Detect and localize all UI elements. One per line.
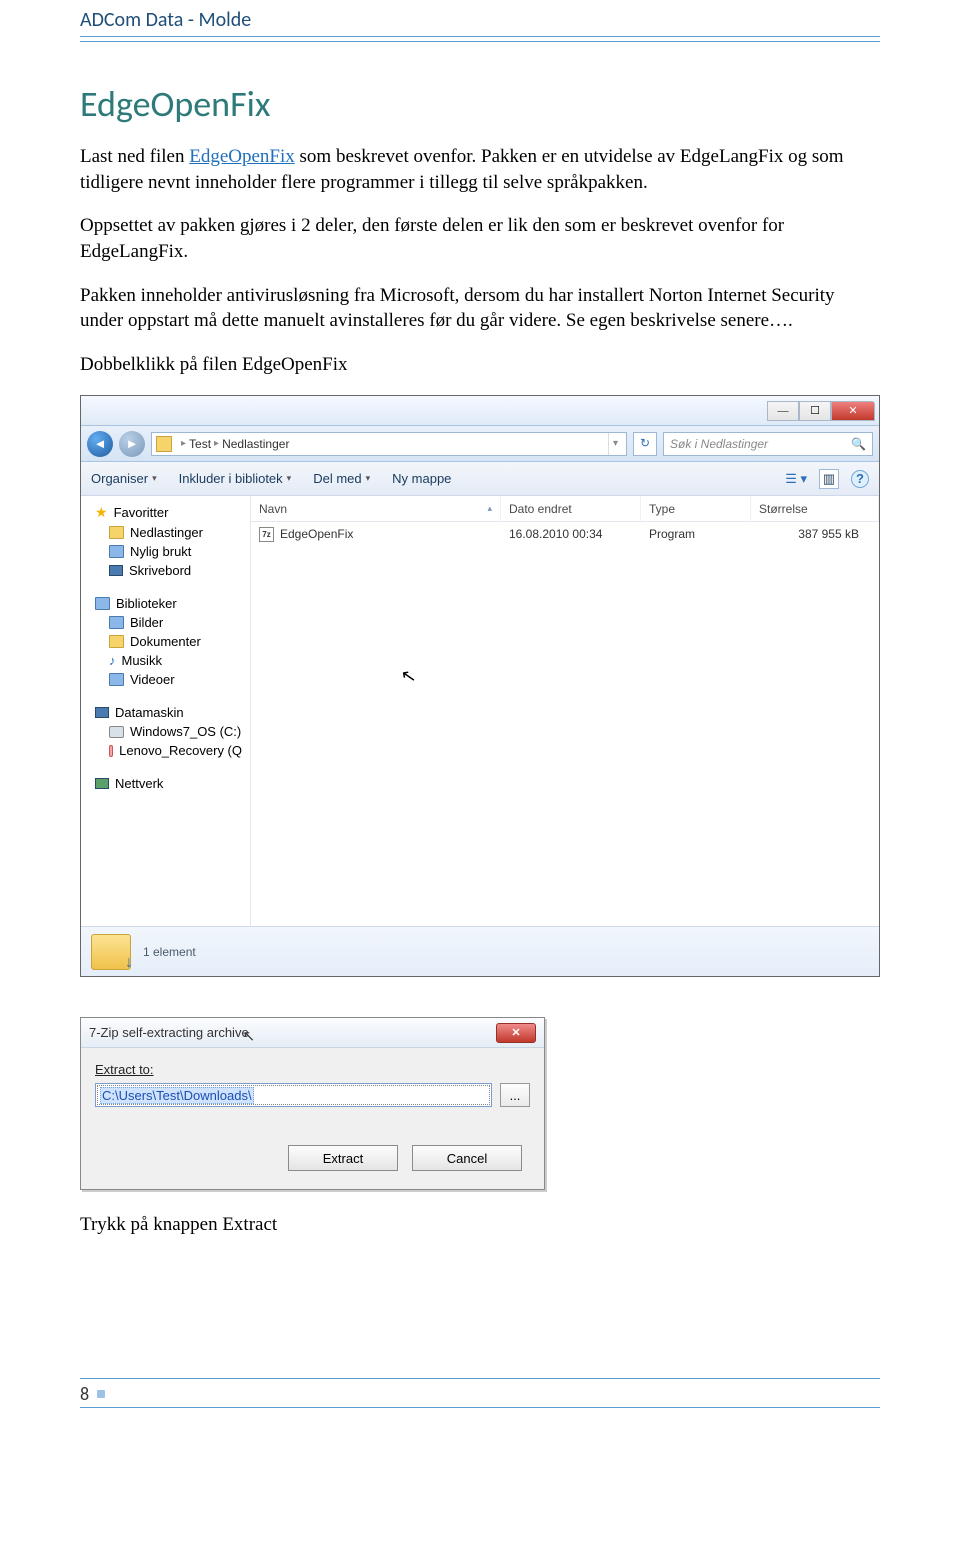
col-size[interactable]: Størrelse xyxy=(751,496,879,521)
tree-downloads[interactable]: Nedlastinger xyxy=(81,523,250,542)
search-icon: 🔍 xyxy=(851,437,866,451)
view-options-icon[interactable]: ☰ ▾ xyxy=(785,471,807,487)
col-name[interactable]: Navn▴ xyxy=(251,496,501,521)
new-folder-button[interactable]: Ny mappe xyxy=(392,471,451,486)
paragraph-3: Pakken inneholder antivirusløsning fra M… xyxy=(80,283,880,334)
share-menu[interactable]: Del med▾ xyxy=(313,471,370,486)
cancel-button[interactable]: Cancel xyxy=(412,1145,522,1171)
include-menu[interactable]: Inkluder i bibliotek▾ xyxy=(179,471,292,486)
tree-drive-c[interactable]: Windows7_OS (C:) xyxy=(81,722,250,741)
sevenzip-dialog: 7-Zip self-extracting archive ↖ ✕ Extrac… xyxy=(80,1017,545,1190)
header-rule xyxy=(80,41,880,42)
toolbar: Organiser▾ Inkluder i bibliotek▾ Del med… xyxy=(81,462,879,496)
col-date[interactable]: Dato endret xyxy=(501,496,641,521)
computer-icon xyxy=(95,707,109,718)
minimize-button[interactable]: — xyxy=(767,401,799,421)
music-icon: ♪ xyxy=(109,653,116,668)
page-header: ADCom Data - Molde xyxy=(80,0,880,37)
page-footer: 8 xyxy=(80,1378,880,1405)
footer-rule xyxy=(80,1407,880,1408)
extract-path-input[interactable]: C:\Users\Test\Downloads\ xyxy=(95,1083,492,1107)
recent-icon xyxy=(109,545,124,558)
file-row-edgeopenfix[interactable]: 7zEdgeOpenFix 16.08.2010 00:34 Program 3… xyxy=(251,522,879,546)
tree-computer[interactable]: Datamaskin xyxy=(81,703,250,722)
extract-button[interactable]: Extract xyxy=(288,1145,398,1171)
breadcrumb[interactable]: ▸ Test ▸ Nedlastinger ▾ xyxy=(151,432,627,456)
paragraph-5: Trykk på knappen Extract xyxy=(80,1212,880,1238)
section-title: EdgeOpenFix xyxy=(80,82,880,126)
paragraph-1: Last ned filen EdgeOpenFix som beskrevet… xyxy=(80,144,880,195)
file-icon: 7z xyxy=(259,527,274,542)
tree-drive-q[interactable]: Lenovo_Recovery (Q xyxy=(81,741,250,760)
status-text: 1 element xyxy=(143,945,196,959)
tree-videos[interactable]: Videoer xyxy=(81,670,250,689)
folder-download-icon xyxy=(91,934,131,970)
paragraph-4: Dobbelklikk på filen EdgeOpenFix xyxy=(80,352,880,378)
tree-music[interactable]: ♪Musikk xyxy=(81,651,250,670)
folder-tree[interactable]: ★Favoritter Nedlastinger Nylig brukt Skr… xyxy=(81,496,251,926)
cursor-icon: ↖ xyxy=(243,1027,256,1045)
window-titlebar: — ☐ ✕ xyxy=(81,396,879,426)
forward-button[interactable]: ► xyxy=(119,431,145,457)
breadcrumb-dropdown-icon[interactable]: ▾ xyxy=(608,433,622,455)
help-icon[interactable]: ? xyxy=(851,470,869,488)
tree-desktop[interactable]: Skrivebord xyxy=(81,561,250,580)
dialog-title-text: 7-Zip self-extracting archive xyxy=(89,1025,249,1040)
documents-icon xyxy=(109,635,124,648)
search-placeholder: Søk i Nedlastinger xyxy=(670,437,768,451)
pictures-icon xyxy=(109,616,124,629)
explorer-window: — ☐ ✕ ◄ ► ▸ Test ▸ Nedlastinger ▾ ↻ Søk … xyxy=(80,395,880,977)
video-icon xyxy=(109,673,124,686)
tree-pictures[interactable]: Bilder xyxy=(81,613,250,632)
library-icon xyxy=(95,597,110,610)
organiser-menu[interactable]: Organiser▾ xyxy=(91,471,157,486)
close-button[interactable]: ✕ xyxy=(831,401,875,421)
bc-seg-1[interactable]: Test xyxy=(189,437,211,451)
search-input[interactable]: Søk i Nedlastinger 🔍 xyxy=(663,432,873,456)
maximize-button[interactable]: ☐ xyxy=(799,401,831,421)
nav-bar: ◄ ► ▸ Test ▸ Nedlastinger ▾ ↻ Søk i Nedl… xyxy=(81,426,879,462)
bc-seg-2[interactable]: Nedlastinger xyxy=(222,437,289,451)
dialog-titlebar: 7-Zip self-extracting archive ↖ ✕ xyxy=(81,1018,544,1048)
column-headers[interactable]: Navn▴ Dato endret Type Størrelse xyxy=(251,496,879,522)
tree-recent[interactable]: Nylig brukt xyxy=(81,542,250,561)
edgeopenfix-link[interactable]: EdgeOpenFix xyxy=(189,146,295,167)
folder-icon xyxy=(156,436,172,452)
sort-caret-icon: ▴ xyxy=(487,503,492,514)
browse-button[interactable]: ... xyxy=(500,1083,530,1107)
tree-network[interactable]: Nettverk xyxy=(81,774,250,793)
tree-favorites[interactable]: ★Favoritter xyxy=(81,502,250,523)
tree-libraries[interactable]: Biblioteker xyxy=(81,594,250,613)
tree-documents[interactable]: Dokumenter xyxy=(81,632,250,651)
preview-pane-button[interactable]: ▥ xyxy=(819,469,839,489)
cursor-icon: ↖ xyxy=(399,665,418,688)
p1-a: Last ned filen xyxy=(80,146,189,167)
drive-icon xyxy=(109,745,113,757)
back-button[interactable]: ◄ xyxy=(87,431,113,457)
file-list: Navn▴ Dato endret Type Størrelse 7zEdgeO… xyxy=(251,496,879,926)
page-dot-icon xyxy=(97,1390,105,1398)
star-icon: ★ xyxy=(95,504,108,521)
extract-to-label: Extract to: xyxy=(95,1062,530,1077)
folder-icon xyxy=(109,526,124,539)
paragraph-2: Oppsettet av pakken gjøres i 2 deler, de… xyxy=(80,213,880,264)
refresh-button[interactable]: ↻ xyxy=(633,432,657,456)
drive-icon xyxy=(109,726,124,738)
col-type[interactable]: Type xyxy=(641,496,751,521)
network-icon xyxy=(95,778,109,789)
desktop-icon xyxy=(109,565,123,576)
page-number: 8 xyxy=(80,1383,89,1405)
dialog-close-button[interactable]: ✕ xyxy=(496,1023,536,1043)
status-bar: 1 element xyxy=(81,926,879,976)
